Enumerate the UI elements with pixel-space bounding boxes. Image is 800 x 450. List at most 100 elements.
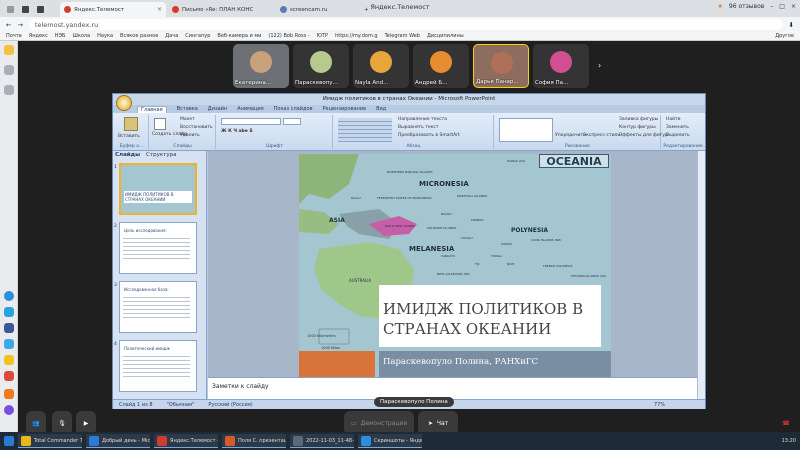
sidebar-app-icon[interactable]	[4, 65, 14, 75]
bookmark-item[interactable]: НЭБ	[55, 33, 66, 39]
sidebar-app-icon[interactable]	[4, 45, 14, 55]
sidebar-app-icon[interactable]	[4, 371, 14, 381]
new-tab-button[interactable]: +	[360, 2, 372, 17]
new-slide-icon[interactable]	[154, 118, 166, 130]
sidebar-app-icon[interactable]	[4, 405, 14, 415]
find-button[interactable]: Найти	[666, 117, 681, 122]
bookmark-item[interactable]: Дисципилины	[427, 33, 464, 39]
arrange-button[interactable]: Упорядочить	[555, 133, 586, 138]
tab-telemost[interactable]: Яндекс.Телемост ×	[60, 2, 166, 17]
shape-outline-button[interactable]: Контур фигуры	[619, 125, 656, 130]
ribbon-tab[interactable]: Вид	[376, 106, 386, 112]
tab-screencam[interactable]: screencam.ru	[276, 2, 356, 17]
bookmark-item[interactable]: https://my.dom.g	[335, 33, 378, 39]
font-size-input[interactable]	[283, 118, 301, 125]
bookmark-item[interactable]: Веб-камера и ми	[217, 33, 261, 39]
sidebar-app-icon[interactable]	[4, 307, 14, 317]
text-direction-button[interactable]: Направление текста	[398, 117, 447, 122]
reviews-count[interactable]: 96 отзывов	[729, 3, 764, 10]
shape-effects-button[interactable]: Эффекты для фигур	[619, 133, 668, 138]
taskbar-item[interactable]: Total Commander 7...	[18, 434, 82, 448]
pane-tab[interactable]: Слайды	[115, 152, 140, 158]
slide-thumbnail[interactable]: Цель исследования:	[119, 222, 197, 274]
shape-fill-button[interactable]: Заливка фигуры	[619, 117, 658, 122]
ribbon-tab[interactable]: Дизайн	[208, 106, 227, 112]
tab-mail[interactable]: Письмо «Re: ПЛАН КОНС	[168, 2, 274, 17]
sidebar-app-icon[interactable]	[4, 291, 14, 301]
minimize-icon[interactable]: –	[770, 3, 773, 10]
tab-pinned[interactable]	[18, 2, 30, 17]
notes-field[interactable]: Заметки к слайду	[208, 377, 697, 399]
sidebar-app-icon[interactable]	[4, 339, 14, 349]
bookmark-item[interactable]: Яндекс	[29, 33, 48, 39]
taskbar-item[interactable]: Яндекс.Телемост -...	[154, 434, 218, 448]
paste-icon[interactable]	[124, 117, 138, 131]
select-button[interactable]: Выделить	[666, 133, 690, 138]
shapes-gallery[interactable]	[499, 118, 553, 142]
windows-start-icon[interactable]	[4, 436, 14, 446]
tab-pinned-2[interactable]	[33, 2, 45, 17]
bookmark-item[interactable]: Почта	[6, 33, 22, 39]
language[interactable]: Русский (Россия)	[208, 402, 252, 408]
bookmark-item[interactable]: Сингапур	[185, 33, 210, 39]
ribbon-tab[interactable]: Показ слайдов	[274, 106, 313, 112]
participant-tile[interactable]: Nayla And...	[353, 44, 409, 88]
bookmark-item[interactable]: Telegram Web	[385, 33, 420, 39]
font-name-input[interactable]	[221, 118, 281, 125]
ribbon-tab[interactable]: Главная	[137, 105, 167, 113]
slide-thumbnail[interactable]: Исследованная база:	[119, 281, 197, 333]
quick-styles-button[interactable]: Экспресс-стили	[583, 133, 620, 138]
ribbon-tab[interactable]: Анимация	[237, 106, 263, 112]
vertical-scrollbar[interactable]	[697, 151, 705, 399]
participant-tile[interactable]: Параскевопу...	[293, 44, 349, 88]
close-window-icon[interactable]: ×	[791, 3, 796, 10]
participant-tile[interactable]: Андрей Б...	[413, 44, 469, 88]
forward-icon[interactable]: →	[17, 21, 22, 29]
bookmark-item[interactable]: Дача	[165, 33, 178, 39]
bookmark-other[interactable]: Другое	[775, 33, 794, 39]
zoom-level[interactable]: 77%	[654, 402, 665, 408]
paste-button[interactable]: Вставить	[118, 134, 140, 139]
sidebar-app-icon[interactable]	[4, 85, 14, 95]
download-icon[interactable]: ⬇	[789, 21, 794, 29]
thumbnail-number: 4	[114, 342, 117, 347]
taskbar-item[interactable]: Добрый день - Micr...	[86, 434, 150, 448]
app-icon	[225, 435, 235, 446]
align-text-button[interactable]: Выровнять текст	[398, 125, 438, 130]
sidebar-app-icon[interactable]	[4, 323, 14, 333]
participant-tile[interactable]: София Па...	[533, 44, 589, 88]
close-icon[interactable]: ×	[157, 6, 162, 13]
slide-thumbnail[interactable]: ИМИДЖ ПОЛИТИКОВ В СТРАНАХ ОКЕАНИИ	[119, 163, 197, 215]
bold-icon[interactable]: Ж К Ч abe S	[221, 129, 253, 134]
sidebar-app-icon[interactable]	[4, 389, 14, 399]
back-icon[interactable]: ←	[6, 21, 11, 29]
chevron-right-icon[interactable]: ›	[598, 61, 601, 70]
url-field[interactable]: telemost.yandex.ru	[28, 19, 783, 30]
taskbar-item[interactable]: Скриншоты - Яндек...	[358, 434, 422, 448]
star-icon: ★	[717, 3, 723, 10]
delete-button[interactable]: Удалить	[180, 133, 200, 138]
sidebar-app-icon[interactable]	[4, 355, 14, 365]
slide-counter: Слайд 1 из 8	[119, 401, 153, 408]
reset-button[interactable]: Восстановить	[180, 125, 213, 130]
bookmark-item[interactable]: (122) Bob Ross -	[268, 33, 309, 39]
maximize-icon[interactable]: □	[779, 3, 785, 10]
pane-tab[interactable]: Структура	[146, 152, 176, 158]
tab-group-icon[interactable]	[3, 2, 15, 17]
slide-thumbnail[interactable]: Политический имидж	[119, 340, 197, 392]
smartart-button[interactable]: Преобразовать в SmartArt	[398, 133, 460, 138]
bookmark-item[interactable]: ЮТР	[317, 33, 328, 39]
bookmark-item[interactable]: Всякое разное	[120, 33, 158, 39]
avatar	[370, 51, 392, 73]
bookmark-item[interactable]: Наука	[97, 33, 113, 39]
participant-tile[interactable]: Екатерина...	[233, 44, 289, 88]
paragraph-icons[interactable]	[338, 118, 392, 142]
layout-button[interactable]: Макет	[180, 117, 195, 122]
participant-tile[interactable]: Дарья Панар...	[473, 44, 529, 88]
taskbar-item[interactable]: Поля С. презентаци...	[222, 434, 286, 448]
taskbar-item[interactable]: 2022-11-03_11-48-58...	[290, 434, 354, 448]
bookmark-item[interactable]: Школа	[72, 33, 90, 39]
ribbon-tab[interactable]: Рецензирование	[323, 106, 367, 112]
replace-button[interactable]: Заменить	[666, 125, 689, 130]
ribbon-tab[interactable]: Вставка	[177, 106, 198, 112]
